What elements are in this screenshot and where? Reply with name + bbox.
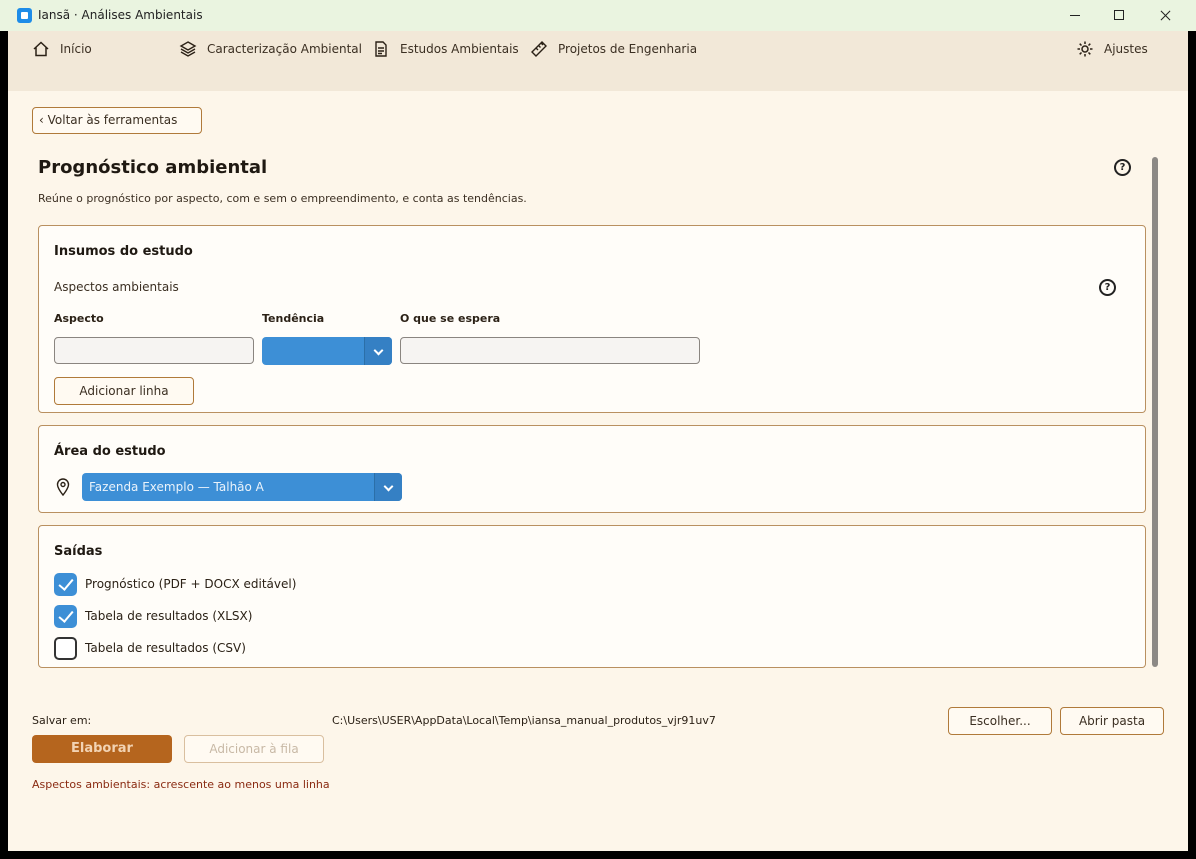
- home-icon: [33, 41, 49, 57]
- elaborate-button[interactable]: Elaborar: [32, 735, 172, 763]
- save-in-label: Salvar em:: [32, 714, 92, 727]
- output-option-xlsx[interactable]: Tabela de resultados (XLSX): [54, 604, 253, 628]
- app-window: Início Caracterização Ambiental Estudos …: [8, 31, 1188, 851]
- maximize-button[interactable]: [1096, 0, 1142, 31]
- close-button[interactable]: [1142, 0, 1188, 31]
- layers-icon: [179, 41, 197, 57]
- output-option-pdf[interactable]: Prognóstico (PDF + DOCX editável): [54, 572, 297, 596]
- checkbox-unchecked[interactable]: [54, 636, 77, 660]
- minimize-button[interactable]: [1052, 0, 1098, 31]
- nav-item-caracterizacao[interactable]: Caracterização Ambiental: [179, 39, 362, 59]
- study-area-value: Fazenda Exemplo — Talhão A: [89, 480, 264, 494]
- inputs-card-title: Insumos do estudo: [54, 244, 193, 259]
- study-area-select[interactable]: Fazenda Exemplo — Talhão A: [82, 473, 402, 501]
- back-to-tools-button[interactable]: ‹ Voltar às ferramentas: [32, 107, 202, 134]
- document-icon: [375, 41, 387, 57]
- output-option-csv[interactable]: Tabela de resultados (CSV): [54, 636, 246, 660]
- add-row-button[interactable]: Adicionar linha: [54, 377, 194, 405]
- page-title: Prognóstico ambiental: [38, 157, 268, 178]
- open-folder-button[interactable]: Abrir pasta: [1060, 707, 1164, 735]
- aspects-help-icon[interactable]: ?: [1099, 279, 1116, 296]
- map-pin-icon: [56, 478, 70, 496]
- aspects-subtitle: Aspectos ambientais: [54, 280, 179, 294]
- output-option-label: Tabela de resultados (XLSX): [85, 609, 253, 623]
- nav-item-label: Projetos de Engenharia: [558, 42, 698, 56]
- inputs-card: Insumos do estudo Aspectos ambientais ?: [38, 225, 1146, 413]
- aspect-input[interactable]: [54, 337, 254, 364]
- nav-item-estudos[interactable]: Estudos Ambientais: [372, 39, 519, 59]
- window-title: Iansã · Análises Ambientais: [38, 8, 203, 22]
- nav-item-label: Caracterização Ambiental: [207, 42, 362, 56]
- app-icon: [17, 8, 32, 23]
- column-header-trend: Tendência: [262, 312, 325, 325]
- outputs-card-title: Saídas: [54, 544, 103, 559]
- top-nav: Início Caracterização Ambiental Estudos …: [8, 31, 1188, 91]
- minimize-icon: [1070, 15, 1080, 16]
- window-titlebar: Iansã · Análises Ambientais: [0, 0, 1196, 31]
- output-option-label: Prognóstico (PDF + DOCX editável): [85, 577, 297, 591]
- nav-item-label: Estudos Ambientais: [400, 42, 519, 56]
- page-description: Reúne o prognóstico por aspecto, com e s…: [38, 192, 527, 205]
- checkbox-checked[interactable]: [54, 604, 77, 628]
- scrollbar[interactable]: [1152, 157, 1158, 667]
- area-card-title: Área do estudo: [54, 444, 166, 459]
- gear-icon: [1077, 41, 1093, 57]
- maximize-icon: [1114, 10, 1124, 20]
- choose-folder-button[interactable]: Escolher...: [948, 707, 1052, 735]
- nav-item-label: Início: [60, 42, 92, 56]
- nav-item-ajustes[interactable]: Ajustes: [1076, 39, 1148, 59]
- nav-item-projetos[interactable]: Projetos de Engenharia: [530, 39, 697, 59]
- chevron-down-icon: [374, 473, 402, 501]
- nav-item-inicio[interactable]: Início: [32, 39, 92, 59]
- chevron-down-icon: [364, 337, 392, 365]
- column-header-expected: O que se espera: [400, 312, 501, 325]
- checkbox-checked[interactable]: [54, 572, 77, 596]
- ruler-icon: [531, 41, 547, 57]
- help-icon[interactable]: ?: [1114, 159, 1131, 176]
- validation-error: Aspectos ambientais: acrescente ao menos…: [32, 778, 330, 791]
- trend-select[interactable]: [262, 337, 392, 365]
- save-path: C:\Users\USER\AppData\Local\Temp\iansa_m…: [332, 714, 716, 727]
- add-to-queue-button: Adicionar à fila: [184, 735, 324, 763]
- expected-input[interactable]: [400, 337, 700, 364]
- output-option-label: Tabela de resultados (CSV): [85, 641, 246, 655]
- nav-item-label: Ajustes: [1104, 42, 1148, 56]
- column-header-aspect: Aspecto: [54, 312, 104, 325]
